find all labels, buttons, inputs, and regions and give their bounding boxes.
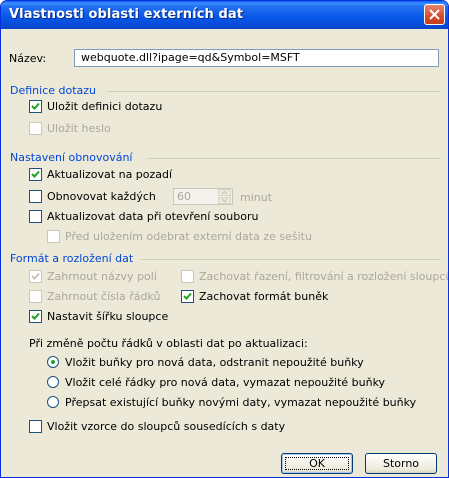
check-icon [31,272,40,280]
background-refresh-label[interactable]: Aktualizovat na pozadí [47,168,172,181]
save-query-label[interactable]: Uložit definici dotazu [47,100,162,113]
column-width-label[interactable]: Nastavit šířku sloupce [47,310,168,323]
overwrite-cells-radio[interactable] [47,396,59,408]
field-names-checkbox[interactable] [29,270,42,283]
arrow-down-icon [221,198,228,203]
refresh-heading: Nastavení obnovování [10,151,133,164]
spin-down-button[interactable] [218,197,231,204]
field-names-label[interactable]: Zahrnout názvy polí [47,270,157,283]
refresh-on-open-checkbox[interactable] [29,210,42,223]
name-label: Název: [9,52,47,65]
remove-before-save-label[interactable]: Před uložením odebrat externí data ze se… [65,230,312,243]
refresh-on-open-label[interactable]: Aktualizovat data při otevření souboru [47,210,258,223]
preserve-sort-checkbox[interactable] [181,270,194,283]
name-field[interactable]: webquote.dll?ipage=qd&Symbol=MSFT [74,49,439,67]
row-numbers-checkbox[interactable] [29,290,42,303]
interval-unit: minut [240,191,273,204]
overwrite-cells-label[interactable]: Přepsat existující buňky novými daty, vy… [65,396,416,409]
query-definition-heading: Definice dotazu [10,84,97,97]
insert-rows-label[interactable]: Vložit celé řádky pro nová data, vymazat… [65,376,385,389]
spin-up-button[interactable] [218,189,231,196]
refresh-every-checkbox[interactable] [29,190,42,203]
close-icon [429,9,440,20]
window-title: Vlastnosti oblasti externích dat [9,7,244,22]
save-password-checkbox[interactable] [29,122,42,135]
background-refresh-checkbox[interactable] [29,168,42,181]
insert-cells-label[interactable]: Vložit buňky pro nová data, odstranit ne… [65,356,364,369]
save-query-checkbox[interactable] [29,100,42,113]
insert-rows-radio[interactable] [47,376,59,388]
ok-button[interactable]: OK [281,453,353,474]
close-button[interactable] [424,4,445,25]
arrow-up-icon [221,190,228,195]
check-icon [31,170,40,178]
fill-formulas-label[interactable]: Vložit vzorce do sloupců sousedících s d… [47,420,285,433]
check-icon [31,312,40,320]
title-bar[interactable]: Vlastnosti oblasti externích dat [1,1,448,29]
insert-cells-radio[interactable] [47,356,59,368]
separator [141,259,441,260]
remove-before-save-checkbox[interactable] [47,230,60,243]
preserve-format-label[interactable]: Zachovat formát buněk [199,290,328,303]
save-password-label[interactable]: Uložit heslo [47,122,111,135]
radio-selected-dot [51,360,55,364]
cancel-label: Storno [382,457,420,470]
fill-formulas-checkbox[interactable] [29,420,42,433]
preserve-format-checkbox[interactable] [181,290,194,303]
row-numbers-label[interactable]: Zahrnout čísla řádků [47,290,160,303]
cancel-button[interactable]: Storno [365,453,437,474]
row-change-prompt: Při změně počtu řádků v oblasti dat po a… [29,337,308,350]
dialog-window: Vlastnosti oblasti externích dat Název: … [0,0,449,478]
check-icon [183,292,192,300]
check-icon [31,102,40,110]
column-width-checkbox[interactable] [29,310,42,323]
separator [107,91,441,92]
format-heading: Formát a rozložení dat [10,252,134,265]
refresh-every-label[interactable]: Obnovovat každých [47,190,156,203]
preserve-sort-label[interactable]: Zachovat řazení, filtrování a rozložení … [199,270,448,283]
separator [147,158,441,159]
ok-label: OK [309,457,325,470]
